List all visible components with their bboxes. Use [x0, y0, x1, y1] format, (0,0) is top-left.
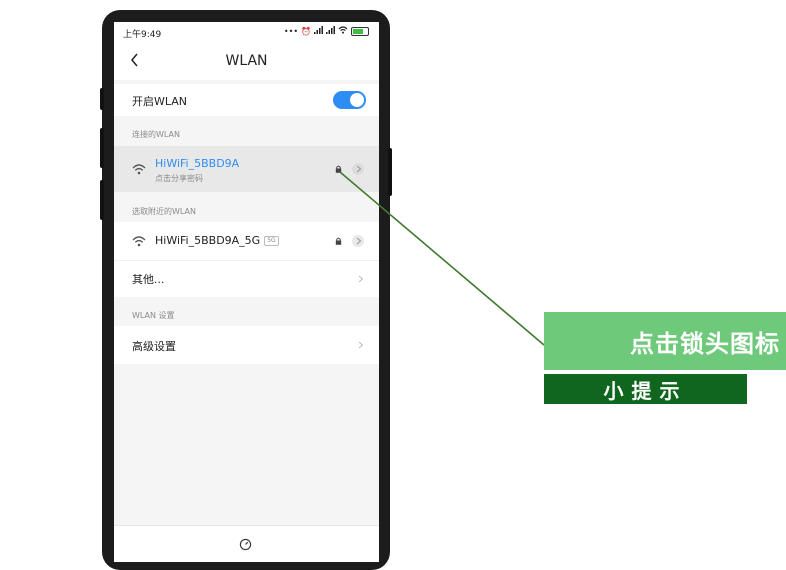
5g-badge: 5G — [264, 236, 279, 246]
lock-icon[interactable] — [335, 237, 342, 245]
details-button[interactable] — [352, 235, 364, 247]
signal-icon — [326, 26, 335, 37]
wlan-toggle-switch[interactable] — [333, 91, 366, 109]
speed-test-icon[interactable] — [239, 538, 252, 551]
battery-icon — [351, 27, 369, 36]
other-networks-label: 其他... — [132, 273, 165, 286]
connected-network-name: HiWiFi_5BBD9A — [155, 157, 240, 170]
advanced-settings-row[interactable]: 高级设置 — [114, 326, 379, 364]
wlan-toggle-label: 开启WLAN — [132, 95, 188, 108]
phone-screen: 上午9:49 ••• ⏰ WLAN 开启WLAN 连接的WLAN HiWiFi_… — [114, 22, 379, 562]
tip-main-banner: 点击锁头图标 — [544, 312, 786, 370]
section-label-nearby: 选取附近的WLAN — [132, 207, 197, 216]
side-button — [388, 148, 392, 196]
wifi-icon — [338, 26, 348, 37]
other-networks-row[interactable]: 其他... — [114, 260, 379, 297]
nearby-network-label: HiWiFi_5BBD9A_5G 5G — [155, 234, 279, 247]
side-button — [100, 128, 104, 168]
advanced-settings-label: 高级设置 — [132, 340, 176, 353]
status-bar: 上午9:49 ••• ⏰ — [114, 22, 379, 42]
section-label-settings: WLAN 设置 — [132, 311, 175, 320]
chevron-right-icon — [356, 237, 362, 245]
side-button — [100, 180, 104, 220]
wifi-signal-icon — [132, 164, 146, 175]
chevron-right-icon — [358, 275, 364, 283]
bottom-bar — [114, 525, 379, 562]
chevron-right-icon — [356, 165, 362, 173]
connected-network-subtitle: 点击分享密码 — [155, 174, 203, 183]
side-button — [100, 88, 104, 110]
wlan-toggle-row[interactable]: 开启WLAN — [114, 84, 379, 116]
wifi-signal-icon — [132, 236, 146, 247]
status-time: 上午9:49 — [123, 30, 162, 40]
chevron-right-icon — [358, 341, 364, 349]
section-label-connected: 连接的WLAN — [132, 130, 181, 139]
lock-icon[interactable] — [335, 165, 342, 173]
connected-network-row[interactable]: HiWiFi_5BBD9A 点击分享密码 — [114, 146, 379, 192]
signal-icon — [314, 26, 323, 37]
page-title: WLAN — [225, 53, 268, 69]
tip-sub-banner: 小提示 — [544, 374, 747, 404]
dots-icon: ••• — [283, 26, 299, 36]
page-header: WLAN — [114, 42, 379, 80]
nearby-network-row[interactable]: HiWiFi_5BBD9A_5G 5G — [114, 222, 379, 260]
alarm-icon: ⏰ — [301, 26, 311, 36]
details-button[interactable] — [352, 163, 364, 175]
nearby-network-name: HiWiFi_5BBD9A_5G — [155, 234, 261, 247]
